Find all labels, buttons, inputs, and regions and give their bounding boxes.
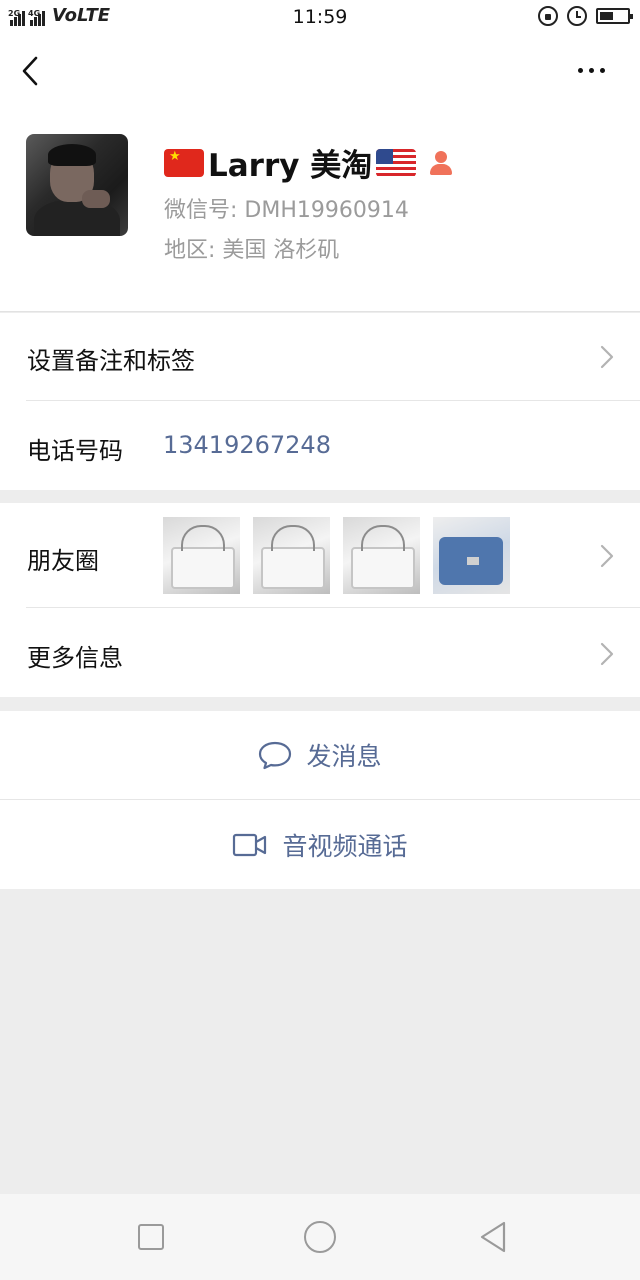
nickname: Larry 美淘 (208, 148, 373, 184)
phone-number-link[interactable]: 13419267248 (163, 431, 331, 459)
china-flag-icon (164, 148, 204, 177)
set-remark-tags-row[interactable]: 设置备注和标签 (0, 313, 640, 401)
profile-header: Larry 美淘 微信号: DMH19960914 地区: 美国 洛杉矶 (0, 108, 640, 312)
phone-label: 电话号码 (27, 437, 123, 465)
set-remark-tags-label: 设置备注和标签 (27, 347, 195, 375)
more-info-row[interactable]: 更多信息 (0, 608, 640, 697)
battery-icon (596, 8, 633, 24)
moments-thumbnail (163, 517, 240, 594)
chat-bubble-icon (259, 741, 292, 770)
moments-row[interactable]: 朋友圈 (0, 503, 640, 607)
rotation-lock-icon (538, 6, 558, 26)
person-icon (428, 149, 454, 177)
status-bar: 2G 4G VoLTE 11:59 (0, 0, 640, 36)
status-icons (538, 6, 633, 26)
avatar[interactable] (26, 134, 128, 236)
alarm-icon (567, 6, 587, 26)
chevron-right-icon (600, 345, 614, 369)
video-call-label: 音视频通话 (282, 831, 408, 861)
moments-thumbnail (253, 517, 330, 594)
recent-apps-square-icon[interactable] (138, 1224, 164, 1250)
home-circle-icon[interactable] (304, 1221, 336, 1253)
actions-section: 发消息 音视频通话 (0, 711, 640, 889)
back-button[interactable] (18, 54, 48, 88)
usa-flag-icon (376, 148, 417, 177)
system-navigation-bar (0, 1194, 640, 1280)
wechat-id: 微信号: DMH19960914 (164, 198, 409, 223)
top-nav-bar (0, 36, 640, 108)
more-options-button[interactable] (578, 60, 612, 80)
moments-label: 朋友圈 (27, 547, 99, 575)
chevron-right-icon (600, 642, 614, 666)
more-dots-icon (578, 67, 583, 73)
region: 地区: 美国 洛杉矶 (164, 238, 340, 263)
more-info-label: 更多信息 (27, 644, 123, 672)
video-camera-icon (233, 833, 267, 856)
chevron-right-icon (600, 544, 614, 568)
chevron-left-icon (22, 56, 38, 86)
name-row: Larry 美淘 (164, 140, 454, 185)
contact-info-section: 设置备注和标签 电话号码 13419267248 (0, 313, 640, 490)
moments-thumbnails (163, 517, 510, 594)
moments-thumbnail (343, 517, 420, 594)
back-triangle-icon[interactable] (478, 1220, 508, 1254)
phone-row[interactable]: 电话号码 13419267248 (0, 401, 640, 490)
video-call-button[interactable]: 音视频通话 (0, 800, 640, 889)
moments-section: 朋友圈 更多信息 (0, 503, 640, 697)
moments-thumbnail (433, 517, 510, 594)
send-message-label: 发消息 (306, 742, 382, 771)
send-message-button[interactable]: 发消息 (0, 711, 640, 799)
